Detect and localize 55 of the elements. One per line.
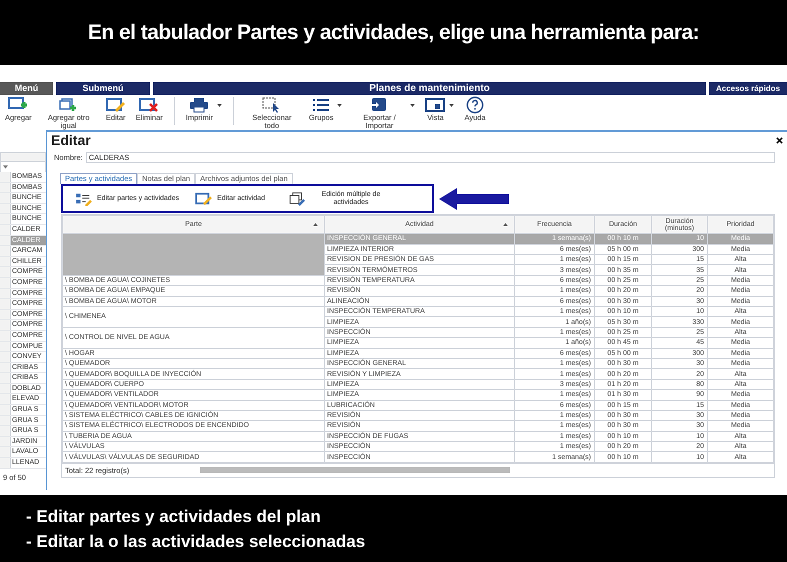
quick-access-button[interactable]: Accesos rápidos <box>709 82 787 95</box>
help-icon <box>466 97 484 113</box>
arrow-icon <box>439 188 509 210</box>
row-header[interactable] <box>0 299 11 309</box>
row-header[interactable] <box>0 267 11 277</box>
row-header[interactable] <box>0 458 11 468</box>
window-pencil-icon <box>195 192 214 206</box>
note-text: - Editar partes y actividades del plan <box>26 506 322 526</box>
window-icon <box>425 97 446 113</box>
row-header[interactable] <box>0 426 11 436</box>
sort-arrow-icon <box>313 223 318 226</box>
row-header[interactable] <box>0 352 11 362</box>
stacked-windows-icon <box>288 192 307 206</box>
row-header[interactable] <box>0 405 11 415</box>
row-header[interactable] <box>0 236 11 246</box>
caret-icon <box>216 104 222 107</box>
row-header[interactable] <box>0 214 11 224</box>
row-header[interactable] <box>0 394 11 404</box>
row-header[interactable] <box>0 224 11 235</box>
row-header[interactable] <box>0 182 11 192</box>
windows-plus-icon <box>58 97 79 113</box>
app-title: Planes de mantenimiento <box>153 82 706 95</box>
row-header[interactable] <box>0 416 11 426</box>
close-icon[interactable] <box>776 136 783 144</box>
row-header[interactable] <box>0 193 11 203</box>
menu-button[interactable]: Menú <box>0 82 53 95</box>
row-header[interactable] <box>0 373 11 383</box>
window-x-icon <box>139 97 160 113</box>
banner-title: En el tabulador Partes y actividades, elige una herramienta para: <box>88 20 700 46</box>
printer-icon <box>189 97 210 113</box>
row-header[interactable] <box>0 362 11 372</box>
row-header[interactable] <box>0 256 11 266</box>
row-header[interactable] <box>0 288 11 298</box>
row-header[interactable] <box>0 204 11 214</box>
row-header[interactable] <box>0 342 11 352</box>
row-header[interactable] <box>0 246 11 256</box>
cursor-selection-icon <box>262 97 282 113</box>
list-icon <box>311 97 332 113</box>
row-header[interactable] <box>0 330 11 340</box>
checklist-pencil-icon <box>75 192 93 206</box>
row-header[interactable] <box>0 447 11 458</box>
sort-arrow-icon <box>503 223 508 226</box>
window-pencil-icon <box>106 97 126 113</box>
row-header[interactable] <box>0 278 11 288</box>
filter-icon[interactable] <box>3 165 8 169</box>
dialog-title: Editar <box>50 130 91 150</box>
row-header[interactable] <box>0 384 11 394</box>
row-header[interactable] <box>0 320 11 330</box>
submenu-button[interactable]: Submenú <box>56 82 150 95</box>
note-text: - Editar la o las actividades seleccionadas <box>26 530 366 552</box>
caret-icon <box>410 104 416 107</box>
caret-icon <box>337 104 342 107</box>
row-header[interactable] <box>0 310 11 320</box>
row-header[interactable] <box>0 436 11 446</box>
caret-icon <box>449 104 454 107</box>
